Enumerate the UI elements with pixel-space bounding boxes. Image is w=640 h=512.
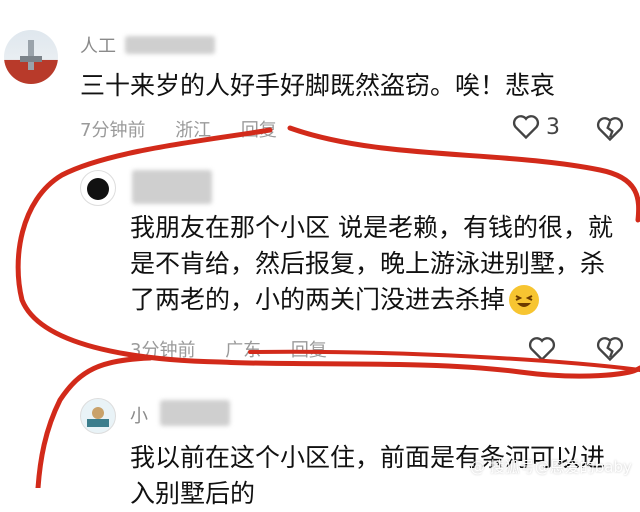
laughing-emoji — [509, 285, 540, 315]
comment-location: 浙江 — [175, 120, 212, 141]
avatar[interactable] — [4, 30, 58, 84]
comment-author: 小 — [130, 406, 148, 427]
avatar[interactable] — [80, 170, 116, 206]
comment-text: 三十来岁的人好手好脚既然盗窃。唉！悲哀 — [80, 71, 556, 100]
laughing-face-icon — [515, 295, 533, 307]
avatar[interactable] — [80, 398, 116, 434]
reply-button[interactable]: 回复 — [291, 340, 327, 361]
like-count: 3 — [546, 114, 560, 140]
comment-author: 人工 — [80, 36, 116, 57]
heart-icon — [512, 115, 540, 140]
watermark: @ 搜狐号@恩爱的baby — [470, 458, 632, 476]
comment-line: 我朋友在那个小区 说是老赖，有钱的很，就 — [130, 213, 613, 242]
author-name-redacted — [160, 400, 230, 426]
dislike-button[interactable] — [596, 116, 624, 146]
comment-text: 我朋友在那个小区 说是老赖，有钱的很，就 是不肯给，然后报复，晚上游泳进别墅，杀… — [130, 210, 613, 318]
tower-icon — [20, 40, 42, 70]
comment-line: 是不肯给，然后报复，晚上游泳进别墅，杀 — [130, 249, 606, 278]
cartoon-avatar-icon — [87, 407, 109, 427]
author-name-redacted — [125, 36, 215, 54]
comment-time: 3分钟前 — [130, 340, 196, 361]
comment-line: 入别墅后的 — [130, 479, 256, 508]
comment-meta: 3分钟前 广东 回复 — [130, 336, 351, 362]
broken-heart-icon — [596, 117, 624, 142]
comment-line-text: 了两老的，小的两关门没进去杀掉 — [130, 285, 506, 314]
comment-line: 了两老的，小的两关门没进去杀掉 — [130, 282, 613, 318]
like-button[interactable]: 3 — [512, 114, 560, 140]
author-name-redacted — [132, 170, 212, 204]
like-button[interactable] — [528, 336, 556, 366]
dark-avatar-icon — [87, 178, 109, 200]
comment-location: 广东 — [225, 340, 262, 361]
comment-time: 7分钟前 — [80, 120, 146, 141]
comment-meta: 7分钟前 浙江 回复 — [80, 116, 301, 142]
heart-icon — [528, 337, 556, 362]
reply-button[interactable]: 回复 — [241, 120, 277, 141]
broken-heart-icon — [596, 337, 624, 362]
dislike-button[interactable] — [596, 336, 624, 366]
